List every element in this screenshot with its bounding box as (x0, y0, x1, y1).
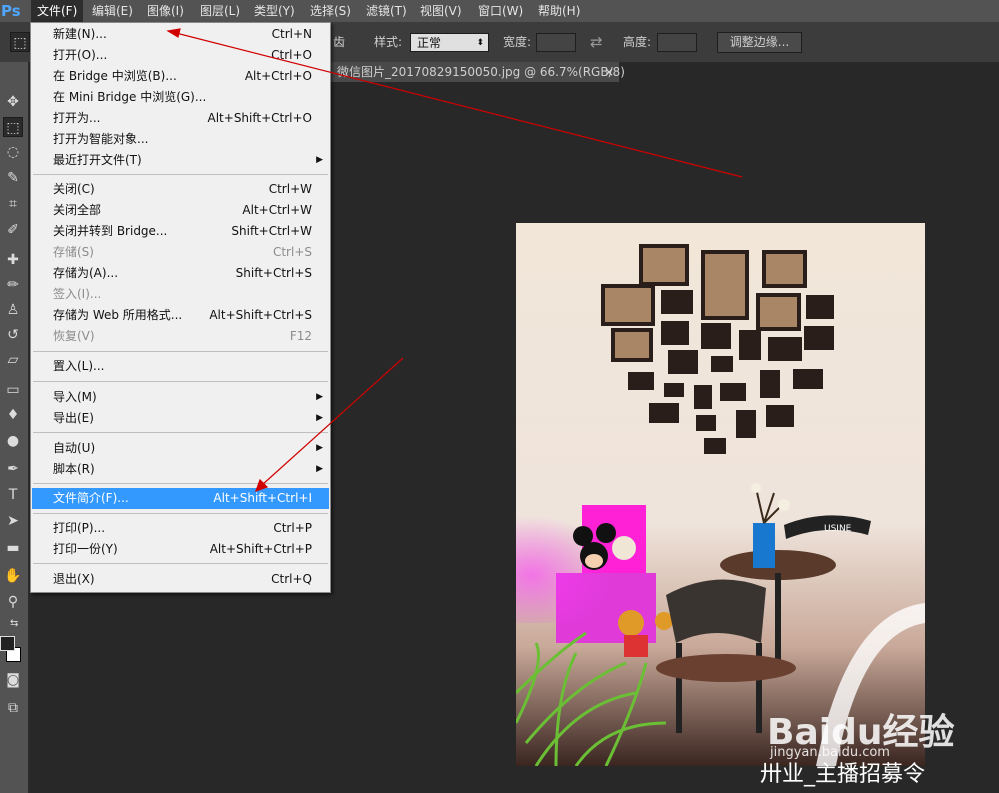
arrow-to-file-info (261, 357, 404, 486)
arrowhead-new (166, 28, 181, 38)
arrow-to-new (175, 32, 743, 178)
weibo-watermark: 卅业_主播招募令 (760, 762, 926, 787)
annotation-arrows (166, 28, 743, 493)
